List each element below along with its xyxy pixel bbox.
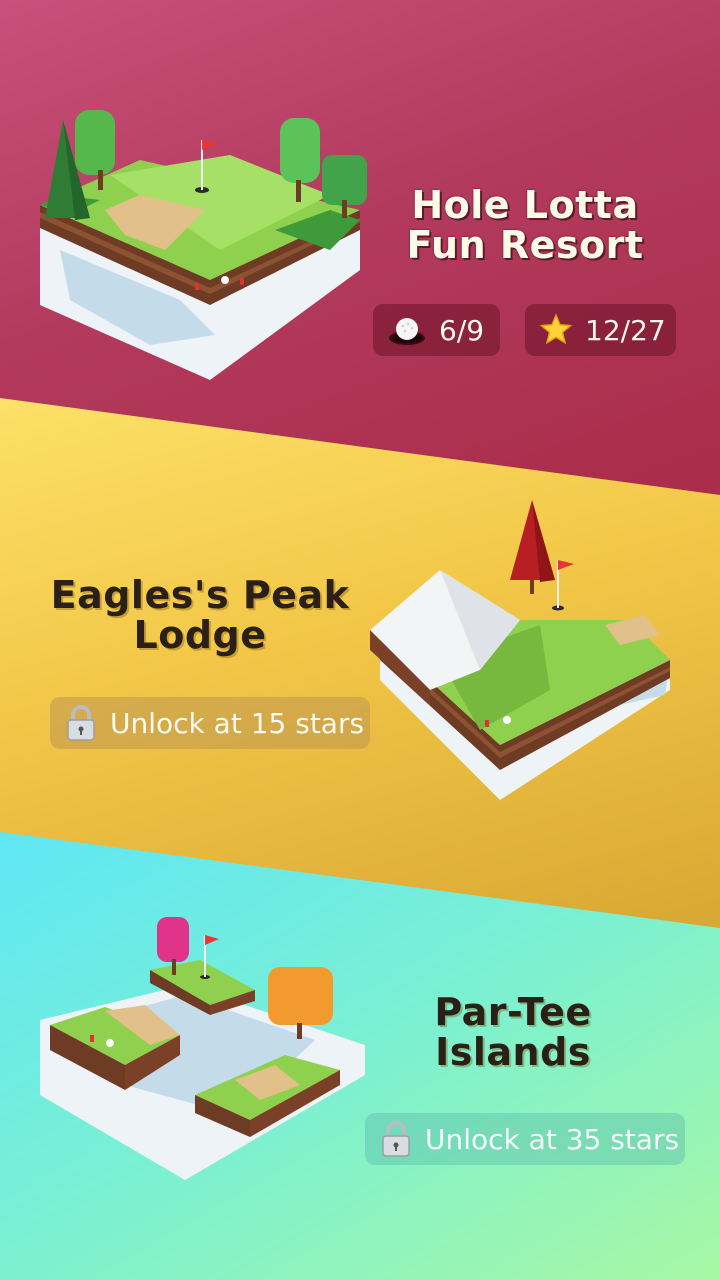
course-title-eagles-peak: Eagles's Peak Lodge [40, 575, 360, 655]
unlock-requirement-text: Unlock at 35 stars [425, 1122, 680, 1156]
unlock-requirement-badge: Unlock at 35 stars [365, 1113, 685, 1165]
holes-completed-count: 6/9 [439, 313, 485, 347]
course-title-line2: Islands [435, 1030, 591, 1074]
course-diorama-par-tee-islands [40, 917, 365, 1180]
course-title-par-tee-islands: Par-Tee Islands [398, 992, 628, 1072]
course-title-line1: Par-Tee [434, 990, 592, 1034]
unlock-requirement-badge: Unlock at 15 stars [50, 697, 370, 749]
stars-collected-count: 12/27 [585, 313, 666, 347]
course-title-hole-lotta: Hole Lotta Fun Resort [380, 185, 670, 265]
golf-ball-in-cup-icon [389, 318, 425, 345]
course-title-line1: Hole Lotta [411, 183, 639, 227]
course-diorama-hole-lotta [40, 110, 367, 380]
holes-completed-badge: 6/9 [373, 304, 500, 356]
unlock-requirement-text: Unlock at 15 stars [110, 706, 365, 740]
course-title-line2: Lodge [133, 613, 267, 657]
padlock-icon [67, 705, 95, 741]
course-diorama-eagles-peak [370, 500, 670, 800]
course-title-line2: Fun Resort [406, 223, 644, 267]
stars-collected-badge: 12/27 [525, 304, 676, 356]
star-icon [539, 313, 573, 345]
course-title-line1: Eagles's Peak [50, 573, 350, 617]
padlock-icon [382, 1121, 410, 1157]
